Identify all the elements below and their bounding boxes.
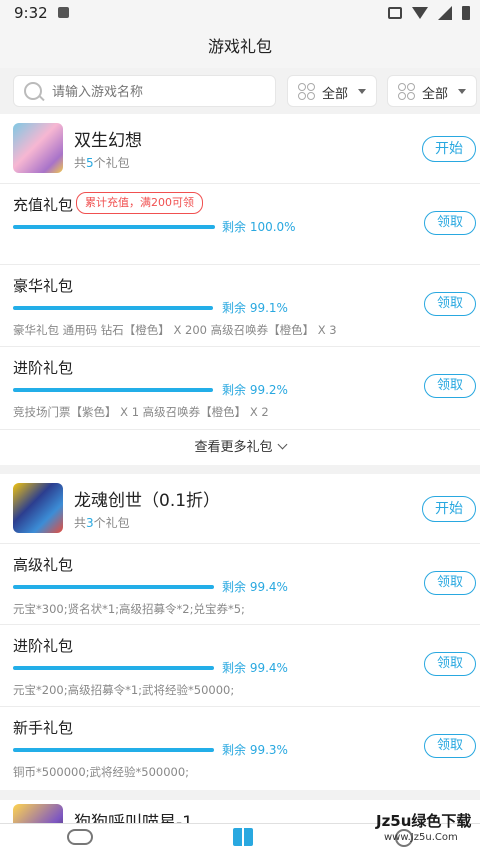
grid-icon: [398, 83, 416, 101]
game-header: 龙魂创世（0.1折） 共3个礼包 开始: [0, 474, 480, 543]
remaining-progress-bar: [13, 666, 214, 670]
signal-icon: [438, 6, 452, 20]
remaining-progress-bar: [13, 748, 214, 752]
pack-name: 充值礼包: [13, 196, 74, 214]
game-icon[interactable]: [13, 483, 63, 533]
claim-button[interactable]: 领取: [424, 292, 476, 316]
view-more-label: 查看更多礼包: [194, 440, 273, 455]
remaining-text: 剩余 100.0%: [222, 220, 296, 234]
start-button[interactable]: 开始: [422, 496, 476, 522]
gift-count: 共3个礼包: [74, 516, 130, 530]
gift-pack: 进阶礼包 剩余 99.4% 领取 元宝*200;高级招募令*1;武将经验*500…: [0, 624, 480, 707]
pack-name: 新手礼包: [13, 719, 74, 737]
page-title: 游戏礼包: [207, 37, 272, 56]
claim-button[interactable]: 领取: [424, 652, 476, 676]
category-dropdown-label: 全部: [322, 87, 349, 102]
remaining-text: 剩余 99.2%: [222, 383, 288, 397]
watermark-url: www.Jz5u.Com: [384, 832, 458, 843]
caret-down-icon: [458, 89, 466, 94]
remaining-text: 剩余 99.3%: [222, 743, 288, 757]
gift-pack: 进阶礼包 剩余 99.2% 领取 竞技场门票【紫色】 X 1 高级召唤券【橙色】…: [0, 346, 480, 430]
chevron-down-icon: [277, 439, 287, 450]
gift-count: 共5个礼包: [74, 156, 130, 170]
game-name: 龙魂创世（0.1折）: [74, 491, 221, 511]
view-more-gifts[interactable]: 查看更多礼包: [0, 429, 480, 466]
gift-pack: 充值礼包 累计充值，满200可领 剩余 100.0% 领取: [0, 183, 480, 265]
remaining-text: 剩余 99.4%: [222, 580, 288, 594]
game-card: 双生幻想 共5个礼包 开始 充值礼包 累计充值，满200可领 剩余 100.0%…: [0, 114, 480, 465]
pack-name: 进阶礼包: [13, 637, 74, 655]
remaining-progress-bar: [13, 306, 214, 310]
pack-contents: 豪华礼包 通用码 钻石【橙色】 X 200 高级召唤券【橙色】 X 3: [13, 323, 337, 337]
start-button[interactable]: 开始: [422, 136, 476, 162]
caret-down-icon: [358, 89, 366, 94]
sort-dropdown[interactable]: 全部: [387, 75, 477, 107]
system-icons: [388, 6, 470, 20]
gift-pack: 豪华礼包 剩余 99.1% 领取 豪华礼包 通用码 钻石【橙色】 X 200 高…: [0, 264, 480, 347]
search-input[interactable]: [50, 80, 274, 104]
claim-button[interactable]: 领取: [424, 374, 476, 398]
search-box[interactable]: [13, 75, 276, 107]
pack-name: 进阶礼包: [13, 359, 74, 377]
remaining-progress-bar: [13, 585, 214, 589]
battery-icon: [462, 6, 470, 20]
gamepad-icon[interactable]: [67, 829, 93, 845]
pack-name: 高级礼包: [13, 556, 74, 574]
watermark-title: Jz5u绿色下载: [376, 812, 472, 830]
gift-icon[interactable]: [233, 828, 253, 846]
game-name: 双生幻想: [74, 131, 142, 151]
game-header: 双生幻想 共5个礼包 开始: [0, 114, 480, 183]
gift-pack: 新手礼包 剩余 99.3% 领取 铜币*500000;武将经验*500000;: [0, 706, 480, 791]
claim-button[interactable]: 领取: [424, 211, 476, 235]
remaining-progress-bar: [13, 388, 214, 392]
filter-bar: 全部 全部: [0, 68, 480, 114]
pack-contents: 元宝*300;贤名状*1;高级招募令*2;兑宝券*5;: [13, 602, 245, 616]
game-card: 龙魂创世（0.1折） 共3个礼包 开始 高级礼包 剩余 99.4% 领取 元宝*…: [0, 474, 480, 790]
game-icon[interactable]: [13, 123, 63, 173]
remaining-progress-bar: [13, 225, 215, 229]
sort-dropdown-label: 全部: [422, 87, 449, 102]
pack-condition-badge: 累计充值，满200可领: [76, 192, 203, 214]
vibrate-icon: [388, 7, 402, 19]
claim-button[interactable]: 领取: [424, 571, 476, 595]
status-bar: 9:32: [0, 0, 480, 26]
pack-contents: 元宝*200;高级招募令*1;武将经验*50000;: [13, 683, 235, 697]
grid-icon: [298, 83, 316, 101]
remaining-text: 剩余 99.1%: [222, 301, 288, 315]
claim-button[interactable]: 领取: [424, 734, 476, 758]
title-bar: 游戏礼包: [0, 26, 480, 68]
remaining-text: 剩余 99.4%: [222, 661, 288, 675]
pack-name: 豪华礼包: [13, 277, 74, 295]
pack-contents: 铜币*500000;武将经验*500000;: [13, 765, 190, 779]
watermark: Jz5u绿色下载 www.Jz5u.Com: [374, 810, 478, 848]
pack-contents: 竞技场门票【紫色】 X 1 高级召唤券【橙色】 X 2: [13, 405, 269, 419]
gift-pack: 高级礼包 剩余 99.4% 领取 元宝*300;贤名状*1;高级招募令*2;兑宝…: [0, 543, 480, 625]
wifi-icon: [412, 7, 428, 19]
category-dropdown[interactable]: 全部: [287, 75, 377, 107]
notification-icon: [58, 7, 69, 18]
status-time: 9:32: [14, 4, 48, 22]
